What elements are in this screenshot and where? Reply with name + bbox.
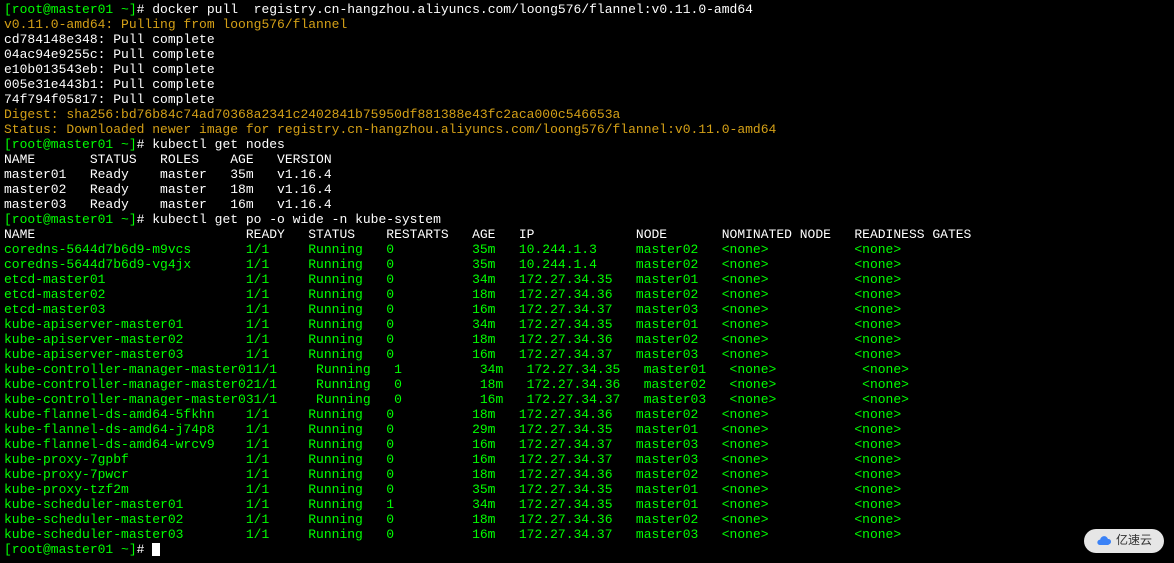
command-text: kubectl get nodes: [152, 137, 285, 152]
node-row: master02 Ready master 18m v1.16.4: [4, 182, 1170, 197]
pod-row: coredns-5644d7b6d9-m9vcs 1/1 Running 0 3…: [4, 242, 1170, 257]
cmd-line-get-po: [root@master01 ~]# kubectl get po -o wid…: [4, 212, 1170, 227]
prompt-host: [root@master01 ~]: [4, 137, 137, 152]
prompt-symbol: #: [137, 542, 153, 557]
nodes-header: NAME STATUS ROLES AGE VERSION: [4, 152, 1170, 167]
pod-row: kube-scheduler-master02 1/1 Running 0 18…: [4, 512, 1170, 527]
pull-status: Status: Downloaded newer image for regis…: [4, 122, 1170, 137]
pod-row: etcd-master03 1/1 Running 0 16m 172.27.3…: [4, 302, 1170, 317]
watermark-badge: 亿速云: [1084, 529, 1164, 553]
pod-row: kube-scheduler-master03 1/1 Running 0 16…: [4, 527, 1170, 542]
terminal[interactable]: [root@master01 ~]# docker pull registry.…: [4, 2, 1170, 557]
prompt-host: [root@master01 ~]: [4, 542, 137, 557]
cloud-icon: [1096, 533, 1112, 549]
pod-row: kube-proxy-tzf2m 1/1 Running 0 35m 172.2…: [4, 482, 1170, 497]
node-row: master01 Ready master 35m v1.16.4: [4, 167, 1170, 182]
pods-header: NAME READY STATUS RESTARTS AGE IP NODE N…: [4, 227, 1170, 242]
pod-row: kube-flannel-ds-amd64-wrcv9 1/1 Running …: [4, 437, 1170, 452]
cursor-icon: [152, 543, 160, 556]
pod-row: etcd-master01 1/1 Running 0 34m 172.27.3…: [4, 272, 1170, 287]
cmd-line-docker-pull: [root@master01 ~]# docker pull registry.…: [4, 2, 1170, 17]
prompt-host: [root@master01 ~]: [4, 212, 137, 227]
prompt-symbol: #: [137, 212, 153, 227]
node-row: master03 Ready master 16m v1.16.4: [4, 197, 1170, 212]
pod-row: kube-proxy-7pwcr 1/1 Running 0 18m 172.2…: [4, 467, 1170, 482]
pull-digest: Digest: sha256:bd76b84c74ad70368a2341c24…: [4, 107, 1170, 122]
command-text: kubectl get po -o wide -n kube-system: [152, 212, 441, 227]
pull-layer: 005e31e443b1: Pull complete: [4, 77, 1170, 92]
prompt-host: [root@master01 ~]: [4, 2, 137, 17]
pull-layer: 74f794f05817: Pull complete: [4, 92, 1170, 107]
pod-row: kube-controller-manager-master021/1 Runn…: [4, 377, 1170, 392]
cmd-line-get-nodes: [root@master01 ~]# kubectl get nodes: [4, 137, 1170, 152]
watermark-text: 亿速云: [1116, 534, 1152, 549]
pull-layer: cd784148e348: Pull complete: [4, 32, 1170, 47]
pod-row: kube-apiserver-master03 1/1 Running 0 16…: [4, 347, 1170, 362]
pod-row: kube-flannel-ds-amd64-j74p8 1/1 Running …: [4, 422, 1170, 437]
pod-row: kube-proxy-7gpbf 1/1 Running 0 16m 172.2…: [4, 452, 1170, 467]
cmd-line-empty[interactable]: [root@master01 ~]#: [4, 542, 1170, 557]
pull-layer: 04ac94e9255c: Pull complete: [4, 47, 1170, 62]
pod-row: coredns-5644d7b6d9-vg4jx 1/1 Running 0 3…: [4, 257, 1170, 272]
pod-row: kube-apiserver-master01 1/1 Running 0 34…: [4, 317, 1170, 332]
pod-row: kube-scheduler-master01 1/1 Running 1 34…: [4, 497, 1170, 512]
pods-list: coredns-5644d7b6d9-m9vcs 1/1 Running 0 3…: [4, 242, 1170, 542]
pod-row: kube-flannel-ds-amd64-5fkhn 1/1 Running …: [4, 407, 1170, 422]
pod-row: kube-controller-manager-master031/1 Runn…: [4, 392, 1170, 407]
prompt-symbol: #: [137, 2, 153, 17]
prompt-symbol: #: [137, 137, 153, 152]
pull-layer: e10b013543eb: Pull complete: [4, 62, 1170, 77]
command-text: docker pull registry.cn-hangzhou.aliyunc…: [152, 2, 753, 17]
pod-row: etcd-master02 1/1 Running 0 18m 172.27.3…: [4, 287, 1170, 302]
pod-row: kube-apiserver-master02 1/1 Running 0 18…: [4, 332, 1170, 347]
pod-row: kube-controller-manager-master011/1 Runn…: [4, 362, 1170, 377]
pull-pulling-line: v0.11.0-amd64: Pulling from loong576/fla…: [4, 17, 1170, 32]
